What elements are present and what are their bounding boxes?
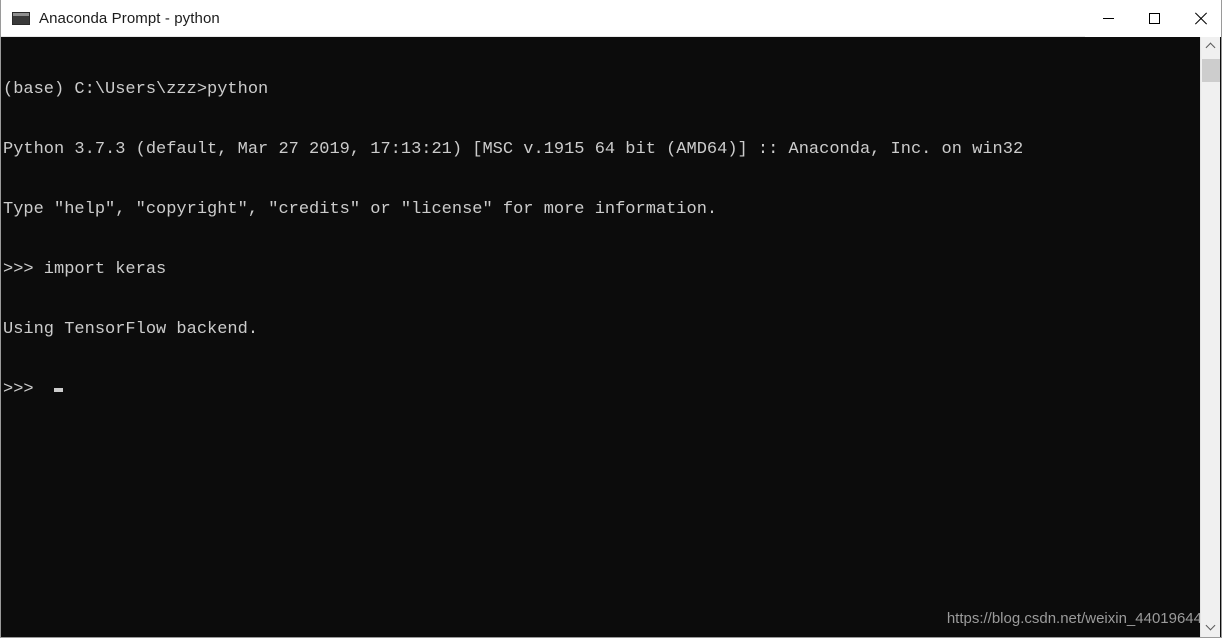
vertical-scrollbar[interactable] [1200,37,1220,637]
console-window-icon [12,10,30,26]
close-button[interactable] [1177,0,1221,37]
console-line: Python 3.7.3 (default, Mar 27 2019, 17:1… [3,140,1024,159]
console-line: (base) C:\Users\zzz>python [3,80,269,99]
anaconda-prompt-window: Anaconda Prompt - python (base) C:\Users… [0,0,1222,638]
prompt-text: >>> [3,380,44,399]
minimize-icon [1102,18,1114,19]
text-cursor [53,388,63,392]
console-text-block: (base) C:\Users\zzz>python Python 3.7.3 … [3,40,1023,440]
chevron-up-icon [1207,43,1215,51]
console-line: >>> import keras [3,260,167,279]
console-prompt-line: >>> [3,380,1023,400]
console-line: Type "help", "copyright", "credits" or "… [3,200,718,219]
scrollbar-down-button[interactable] [1201,617,1220,637]
watermark-url: https://blog.csdn.net/weixin_44019644 [946,610,1202,627]
maximize-icon [1148,13,1160,24]
window-controls [1085,0,1221,37]
maximize-button[interactable] [1131,0,1177,37]
console-output-area[interactable]: (base) C:\Users\zzz>python Python 3.7.3 … [1,37,1202,637]
title-bar[interactable]: Anaconda Prompt - python [1,0,1221,37]
close-icon [1194,12,1207,25]
window-title: Anaconda Prompt - python [39,9,220,27]
scrollbar-thumb[interactable] [1202,59,1220,82]
chevron-down-icon [1207,623,1215,631]
scrollbar-up-button[interactable] [1201,37,1220,57]
minimize-button[interactable] [1085,0,1131,37]
console-line: Using TensorFlow backend. [3,320,259,339]
